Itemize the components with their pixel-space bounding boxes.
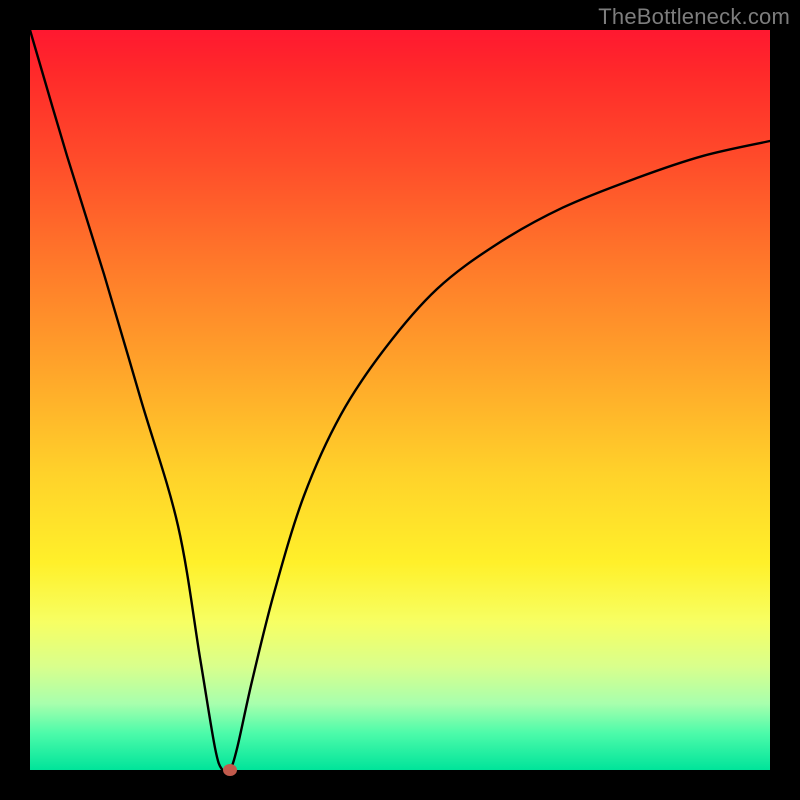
watermark-text: TheBottleneck.com: [598, 4, 790, 30]
chart-frame: TheBottleneck.com: [0, 0, 800, 800]
bottleneck-curve: [30, 30, 770, 770]
plot-area: [30, 30, 770, 770]
minimum-marker-icon: [223, 764, 237, 776]
